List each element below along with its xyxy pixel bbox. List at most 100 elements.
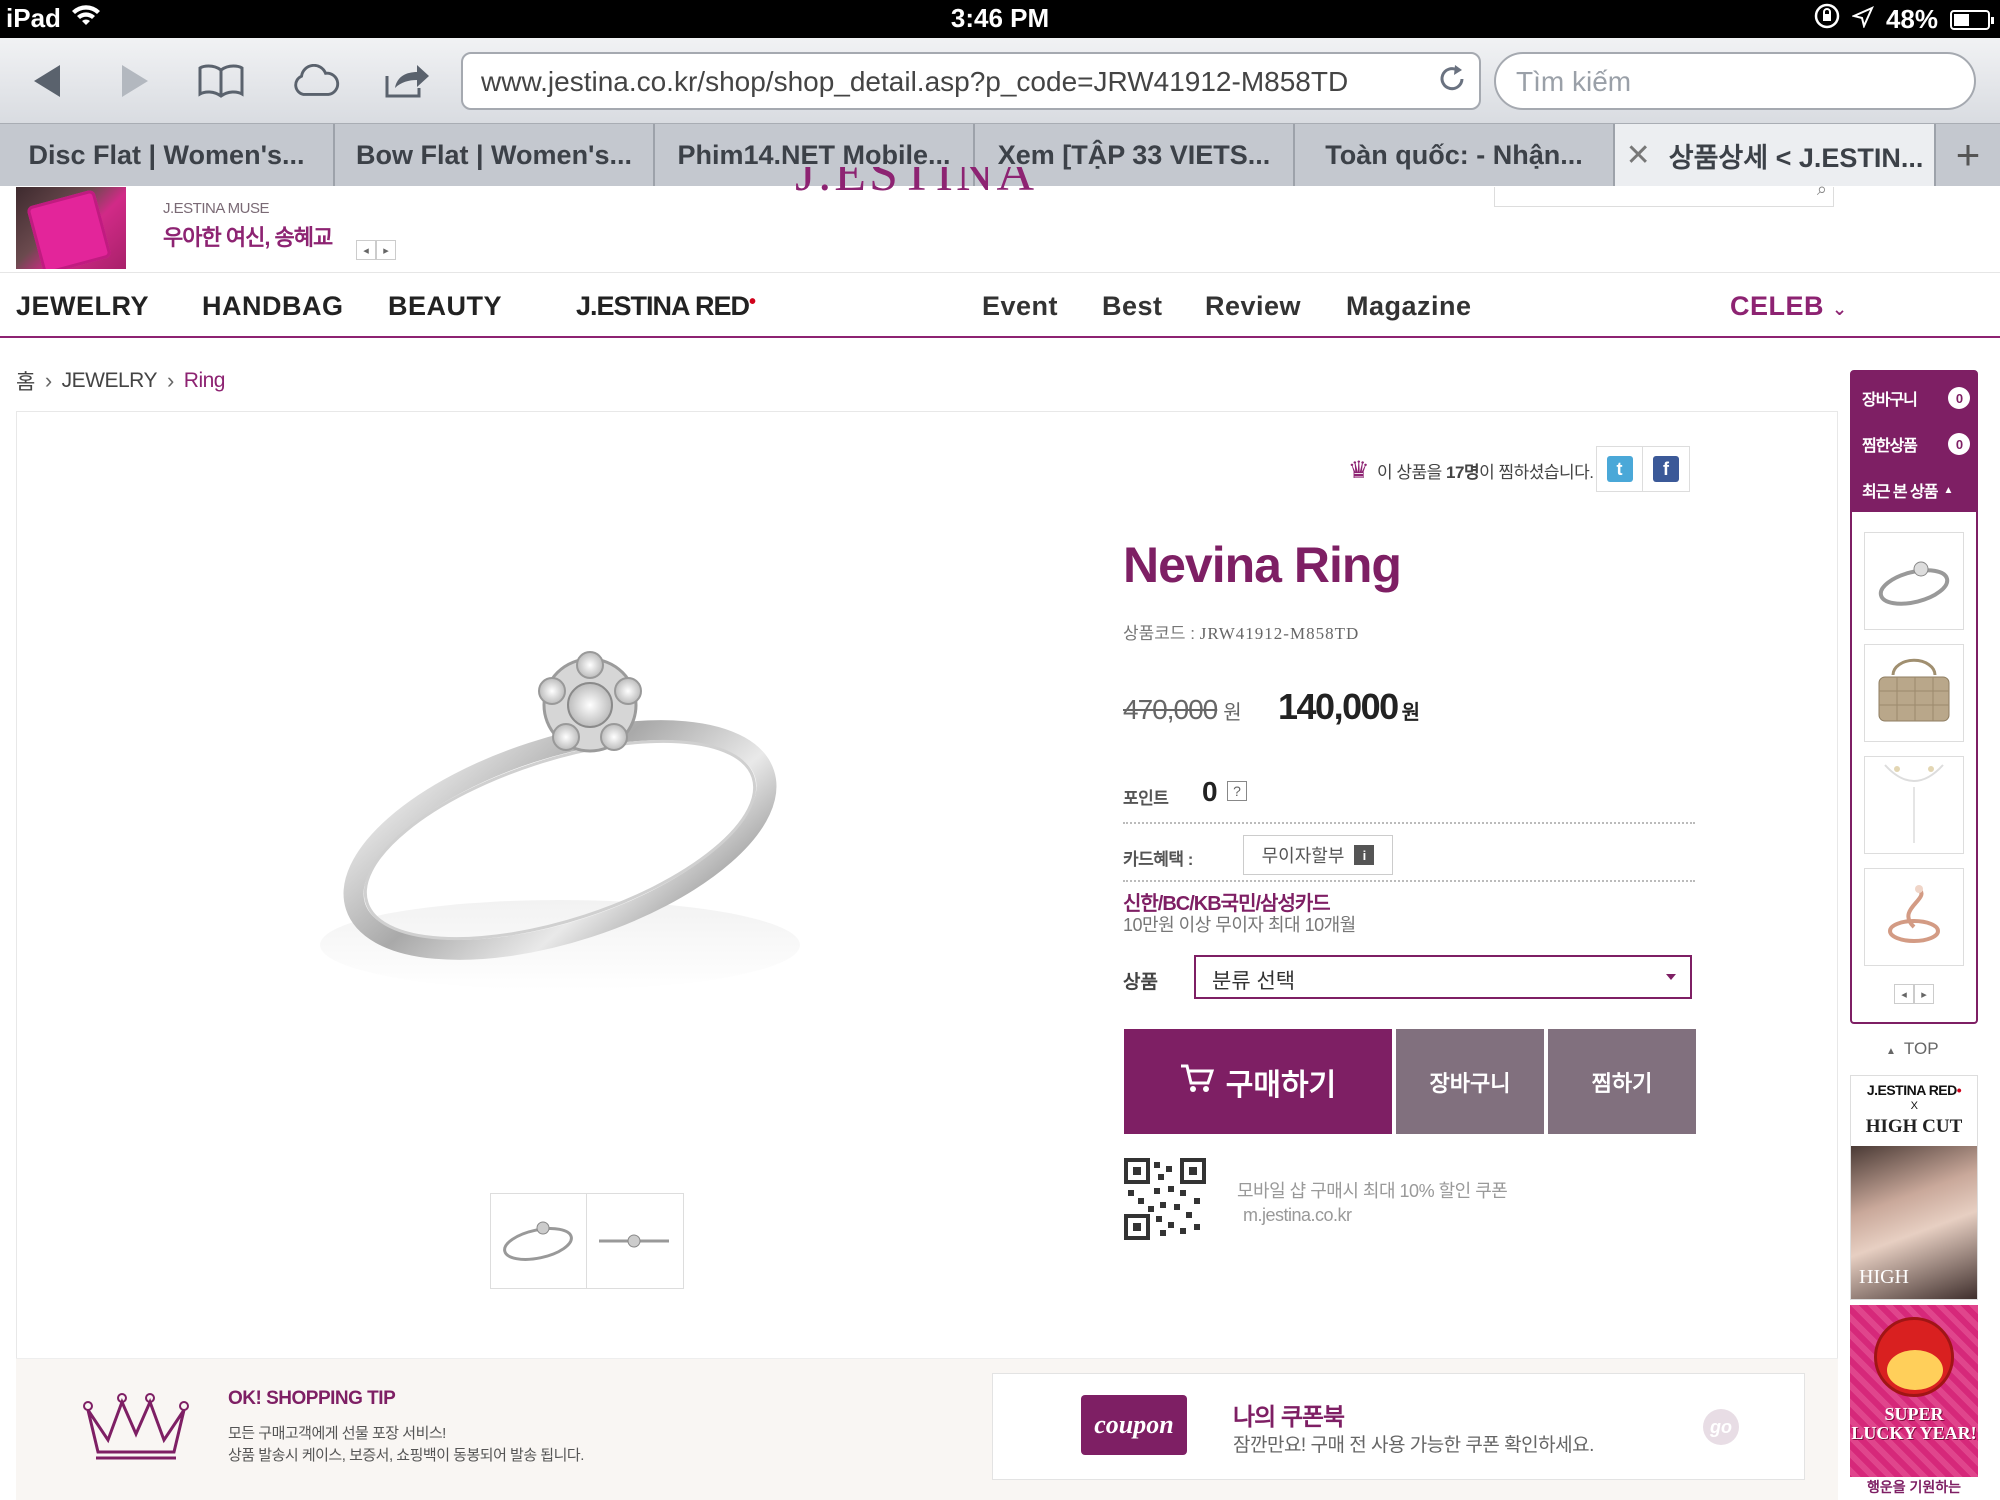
tab-label: Xem [TẬP 33 VIETS... (997, 139, 1271, 170)
scroll-top-link[interactable]: ▲ TOP (1886, 1039, 1939, 1059)
search-field[interactable]: Tìm kiếm (1494, 52, 1976, 110)
site-logo[interactable]: J.ESTINA (795, 167, 1037, 217)
product-code-label: 상품코드 : (1123, 624, 1196, 643)
recent-item-rosegold-ring[interactable] (1864, 868, 1964, 966)
ad-lucky-text: SUPER LUCKY YEAR! (1851, 1404, 1977, 1443)
thumbnail-1[interactable] (491, 1194, 587, 1288)
main-nav: JEWELRY HANDBAG BEAUTY J.ESTINA RED• Eve… (0, 272, 2000, 338)
lucky-year-ad-banner[interactable]: SUPER LUCKY YEAR! 행운을 기원하는 (1850, 1305, 1978, 1500)
reload-icon[interactable] (1435, 64, 1469, 98)
thumbnail-2[interactable] (587, 1194, 683, 1288)
next-arrow-icon[interactable]: ▸ (1914, 984, 1934, 1004)
sale-price: 140,000 원 (1278, 686, 1420, 728)
help-icon[interactable]: ? (1227, 781, 1247, 801)
crown-icon (82, 1388, 190, 1466)
close-tab-icon[interactable]: ✕ (1626, 138, 1651, 173)
prev-arrow-icon[interactable]: ◂ (1894, 984, 1914, 1004)
ad-high-text: HIGH (1859, 1266, 1909, 1288)
status-bar: iPad 3:46 PM 48% (0, 0, 2000, 38)
thumbnail-strip (490, 1193, 684, 1289)
installment-button[interactable]: 무이자할부 i (1243, 835, 1393, 875)
recent-item-bag[interactable] (1864, 644, 1964, 742)
chevron-up-icon: ▲ (1886, 1046, 1896, 1057)
prev-arrow-icon[interactable]: ◂ (356, 240, 376, 260)
dropdown-caret-icon (1666, 974, 1676, 980)
ad-highcut-title: HIGH CUT (1865, 1116, 1963, 1137)
browser-toolbar: www.jestina.co.kr/shop/shop_detail.asp?p… (0, 38, 2000, 124)
nav-review[interactable]: Review (1205, 291, 1301, 322)
tab-2[interactable]: Bow Flat | Women's... (335, 124, 655, 186)
tab-5[interactable]: Toàn quốc: - Nhận... (1295, 124, 1615, 186)
mobile-coupon-line1: 모바일 샵 구매시 최대 10% 할인 쿠폰 (1237, 1181, 1508, 1201)
nav-handbag[interactable]: HANDBAG (202, 291, 344, 322)
forward-icon[interactable] (110, 56, 160, 106)
tab-label: Phim14.NET Mobile... (677, 139, 951, 170)
banner-pager: ◂ ▸ (356, 240, 396, 260)
recent-label: 최근 본 상품 (1862, 484, 1938, 501)
option-select[interactable]: 분류 선택 (1194, 955, 1692, 999)
tab-label: 상품상세 < J.ESTIN... (1668, 142, 1924, 173)
original-price: 470,000 원 (1123, 694, 1242, 726)
cart-count-badge: 0 (1948, 387, 1970, 409)
nav-celeb[interactable]: CELEB ⌄ (1730, 291, 1848, 322)
breadcrumb-category[interactable]: JEWELRY (62, 369, 158, 393)
tab-label: Toàn quốc: - Nhận... (1325, 139, 1583, 170)
wish-count-text: ♛ 이 상품을 17명이 찜하셨습니다. (1348, 456, 1594, 485)
status-time: 3:46 PM (950, 3, 1050, 33)
twitter-icon: t (1606, 456, 1633, 482)
divider (1123, 880, 1695, 882)
add-to-cart-button[interactable]: 장바구니 (1396, 1029, 1544, 1134)
recent-item-necklace[interactable] (1864, 756, 1964, 854)
facebook-icon: f (1653, 456, 1679, 482)
chevron-right-icon: › (166, 368, 174, 393)
icloud-tabs-icon[interactable] (290, 56, 340, 106)
product-main-image[interactable] (300, 610, 860, 1070)
twitter-share-button[interactable]: t (1597, 447, 1643, 491)
nav-beauty[interactable]: BEAUTY (388, 291, 502, 322)
shopping-tip-line2: 상품 발송시 케이스, 보증서, 쇼핑백이 동봉되어 발송 됩니다. (228, 1447, 584, 1464)
rotation-lock-icon (1814, 3, 1840, 36)
bookmarks-icon[interactable] (196, 56, 246, 106)
mobile-site-url[interactable]: m.jestina.co.kr (1237, 1203, 1507, 1227)
coupon-badge: coupon (1081, 1395, 1187, 1455)
muse-banner-image[interactable] (16, 187, 126, 269)
breadcrumb-current[interactable]: Ring (184, 369, 226, 393)
highcut-ad-banner[interactable]: J.ESTINA RED• X HIGH CUT HIGH (1850, 1075, 1978, 1300)
status-right: 48% (1814, 3, 1994, 36)
red-dot-icon: • (1956, 1082, 1962, 1098)
battery-icon (1950, 9, 1994, 30)
back-icon[interactable] (22, 56, 72, 106)
breadcrumb-home[interactable]: 홈 (16, 366, 35, 396)
quick-cart[interactable]: 장바구니 0 (1862, 386, 1970, 410)
info-icon: i (1354, 845, 1375, 865)
add-to-wishlist-button[interactable]: 찜하기 (1548, 1029, 1696, 1134)
tab-label: Bow Flat | Women's... (356, 139, 632, 170)
share-icon[interactable] (382, 56, 432, 106)
nav-jestina-red[interactable]: J.ESTINA RED• (576, 291, 756, 322)
recent-item-ring[interactable] (1864, 532, 1964, 630)
original-price-value: 470,000 (1123, 694, 1218, 725)
facebook-share-button[interactable]: f (1643, 447, 1689, 491)
new-tab-button[interactable]: + (1936, 124, 2000, 186)
buy-now-button[interactable]: 구매하기 (1124, 1029, 1392, 1134)
sale-price-value: 140,000 (1278, 686, 1399, 727)
site-search-input[interactable]: ⌕ (1494, 179, 1834, 207)
muse-title[interactable]: 우아한 여신, 송혜교 (163, 220, 333, 252)
coupon-title: 나의 쿠폰북 (1233, 1404, 1345, 1431)
tab-6-active[interactable]: ✕ 상품상세 < J.ESTIN... (1615, 124, 1936, 186)
search-icon[interactable]: ⌕ (1817, 179, 1827, 200)
address-bar[interactable]: www.jestina.co.kr/shop/shop_detail.asp?p… (461, 52, 1481, 110)
nav-best[interactable]: Best (1102, 291, 1163, 322)
quick-recent[interactable]: 최근 본 상품 ▲ (1862, 478, 1953, 502)
quick-wishlist[interactable]: 찜한상품 0 (1862, 432, 1970, 456)
next-arrow-icon[interactable]: ▸ (376, 240, 396, 260)
nav-event[interactable]: Event (982, 291, 1058, 322)
coupon-description: 잠깐만요! 구매 전 사용 가능한 쿠폰 확인하세요. (1233, 1435, 1594, 1456)
tab-1[interactable]: Disc Flat | Women's... (0, 124, 335, 186)
currency: 원 (1223, 702, 1241, 724)
card-description: 10만원 이상 무이자 최대 10개월 (1123, 915, 1356, 935)
product-title: Nevina Ring (1123, 537, 1402, 593)
coupon-go-button[interactable]: go (1703, 1409, 1739, 1445)
nav-jewelry[interactable]: JEWELRY (16, 291, 149, 322)
nav-magazine[interactable]: Magazine (1346, 291, 1472, 322)
